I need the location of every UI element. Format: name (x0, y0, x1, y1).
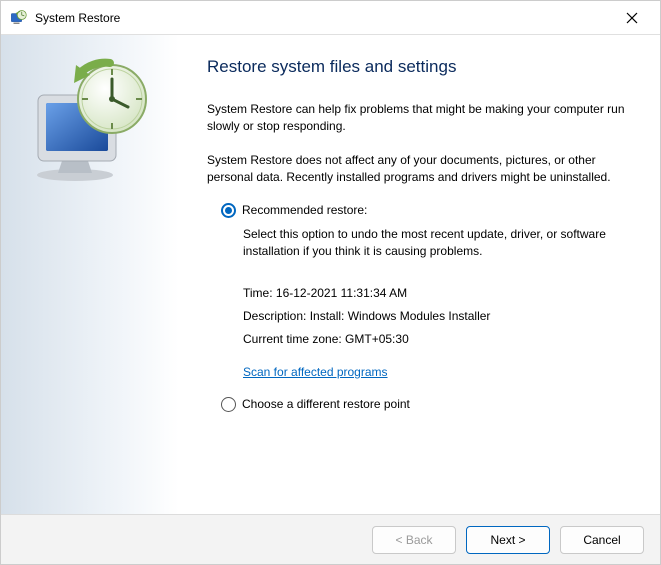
radio-recommended-restore[interactable]: Recommended restore: (221, 203, 628, 218)
radio-different-label: Choose a different restore point (242, 397, 410, 411)
recommended-desc: Select this option to undo the most rece… (243, 226, 628, 261)
wizard-footer: < Back Next > Cancel (1, 514, 660, 564)
intro-text-1: System Restore can help fix problems tha… (207, 101, 628, 136)
restore-illustration (20, 53, 160, 193)
restore-time: Time: 16-12-2021 11:31:34 AM (243, 282, 628, 305)
restore-description: Description: Install: Windows Modules In… (243, 305, 628, 328)
radio-icon-selected (221, 203, 236, 218)
next-button[interactable]: Next > (466, 526, 550, 554)
wizard-sidebar (1, 35, 179, 514)
restore-timezone: Current time zone: GMT+05:30 (243, 328, 628, 351)
cancel-button[interactable]: Cancel (560, 526, 644, 554)
scan-affected-programs-link[interactable]: Scan for affected programs (243, 365, 388, 379)
radio-recommended-label: Recommended restore: (242, 203, 367, 217)
wizard-content: Restore system files and settings System… (179, 35, 660, 514)
close-icon (626, 12, 638, 24)
titlebar: System Restore (1, 1, 660, 35)
intro-text-2: System Restore does not affect any of yo… (207, 152, 628, 187)
window-title: System Restore (35, 11, 612, 25)
radio-icon-unselected (221, 397, 236, 412)
close-button[interactable] (612, 3, 652, 33)
back-button: < Back (372, 526, 456, 554)
page-heading: Restore system files and settings (207, 57, 628, 77)
radio-different-restore-point[interactable]: Choose a different restore point (221, 397, 628, 412)
system-restore-icon (9, 9, 27, 27)
wizard-body: Restore system files and settings System… (1, 35, 660, 514)
